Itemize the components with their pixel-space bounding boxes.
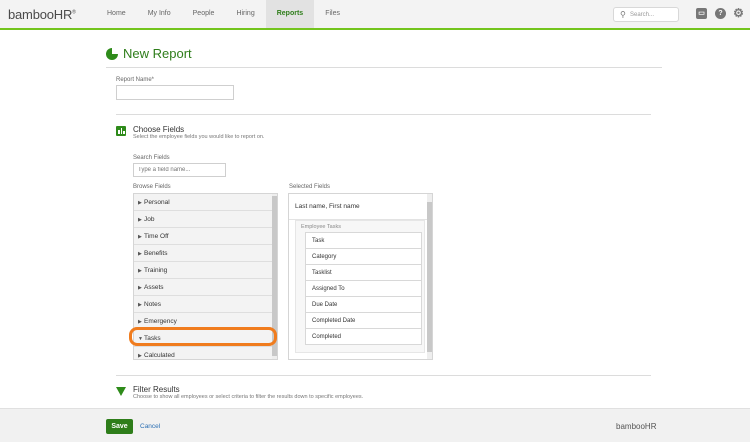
employee-tasks-group: Employee Tasks Task Category Tasklist As… xyxy=(295,220,425,353)
selected-scrollbar[interactable] xyxy=(427,194,432,359)
section-divider xyxy=(116,375,651,376)
selected-fields-label: Selected Fields xyxy=(289,184,331,190)
selected-item-completed-date[interactable]: Completed Date xyxy=(305,312,422,329)
help-icon[interactable]: ? xyxy=(715,8,726,19)
nav-hiring[interactable]: Hiring xyxy=(225,0,265,28)
browse-item-training[interactable]: ▶ Training xyxy=(134,262,273,279)
report-name-label: Report Name* xyxy=(116,77,155,83)
nav-files[interactable]: Files xyxy=(314,0,351,28)
nav-home[interactable]: Home xyxy=(96,0,137,28)
pie-chart-icon xyxy=(106,48,118,60)
choose-fields-title: Choose Fields xyxy=(133,125,185,134)
nav-reports[interactable]: Reports xyxy=(265,0,315,28)
filter-results-title: Filter Results xyxy=(133,385,180,394)
selected-field-name[interactable]: Last name, First name xyxy=(295,203,360,210)
inbox-icon[interactable]: ▭ xyxy=(696,8,707,19)
browse-item-time-off[interactable]: ▶ Time Off xyxy=(134,228,273,245)
selected-item-tasklist[interactable]: Tasklist xyxy=(305,264,422,281)
filter-results-description: Choose to show all employees or select c… xyxy=(133,394,364,400)
browse-item-benefits[interactable]: ▶ Benefits xyxy=(134,245,273,262)
report-name-input[interactable] xyxy=(116,85,234,100)
browse-item-job[interactable]: ▶ Job xyxy=(134,211,273,228)
tasks-highlight-ring xyxy=(129,327,277,346)
cancel-link[interactable]: Cancel xyxy=(140,423,160,430)
title-divider xyxy=(106,67,662,68)
nav-people[interactable]: People xyxy=(182,0,226,28)
choose-fields-description: Select the employee fields you would lik… xyxy=(133,134,265,140)
global-search[interactable]: ⚲ Search... xyxy=(613,7,679,22)
selected-fields-list: Last name, First name Employee Tasks Tas… xyxy=(288,193,433,360)
logo-text: bambooHR xyxy=(8,7,73,22)
bamboohr-logo[interactable]: bambooHR® xyxy=(8,7,76,22)
page-title: New Report xyxy=(123,46,192,61)
browse-fields-label: Browse Fields xyxy=(133,184,171,190)
selected-item-task[interactable]: Task xyxy=(305,232,422,249)
main-nav: Home My Info People Hiring Reports Files xyxy=(96,0,351,28)
browse-item-assets[interactable]: ▶ Assets xyxy=(134,279,273,296)
selected-item-assigned-to[interactable]: Assigned To xyxy=(305,280,422,297)
browse-item-personal[interactable]: ▶ Personal xyxy=(134,194,273,211)
footer-bar: Save Cancel bambooHR xyxy=(0,408,750,442)
bar-chart-icon xyxy=(116,126,126,136)
search-placeholder: Search... xyxy=(630,12,655,18)
browse-item-calculated[interactable]: ▶ Calculated xyxy=(134,347,273,359)
selected-item-due-date[interactable]: Due Date xyxy=(305,296,422,313)
section-divider xyxy=(116,114,651,115)
top-nav-bar: bambooHR® Home My Info People Hiring Rep… xyxy=(0,0,750,30)
settings-gear-icon[interactable]: ⚙ xyxy=(733,7,744,19)
browse-item-notes[interactable]: ▶ Notes xyxy=(134,296,273,313)
selected-item-completed[interactable]: Completed xyxy=(305,328,422,345)
save-button[interactable]: Save xyxy=(106,419,133,434)
search-icon: ⚲ xyxy=(620,10,626,19)
group-items: Task Category Tasklist Assigned To Due D… xyxy=(305,232,422,345)
search-fields-label: Search Fields xyxy=(133,155,170,161)
nav-my-info[interactable]: My Info xyxy=(137,0,182,28)
selected-item-category[interactable]: Category xyxy=(305,248,422,265)
footer-logo: bambooHR xyxy=(616,422,657,431)
filter-funnel-icon xyxy=(116,387,126,396)
group-label: Employee Tasks xyxy=(301,224,341,230)
search-fields-input[interactable] xyxy=(133,163,226,177)
